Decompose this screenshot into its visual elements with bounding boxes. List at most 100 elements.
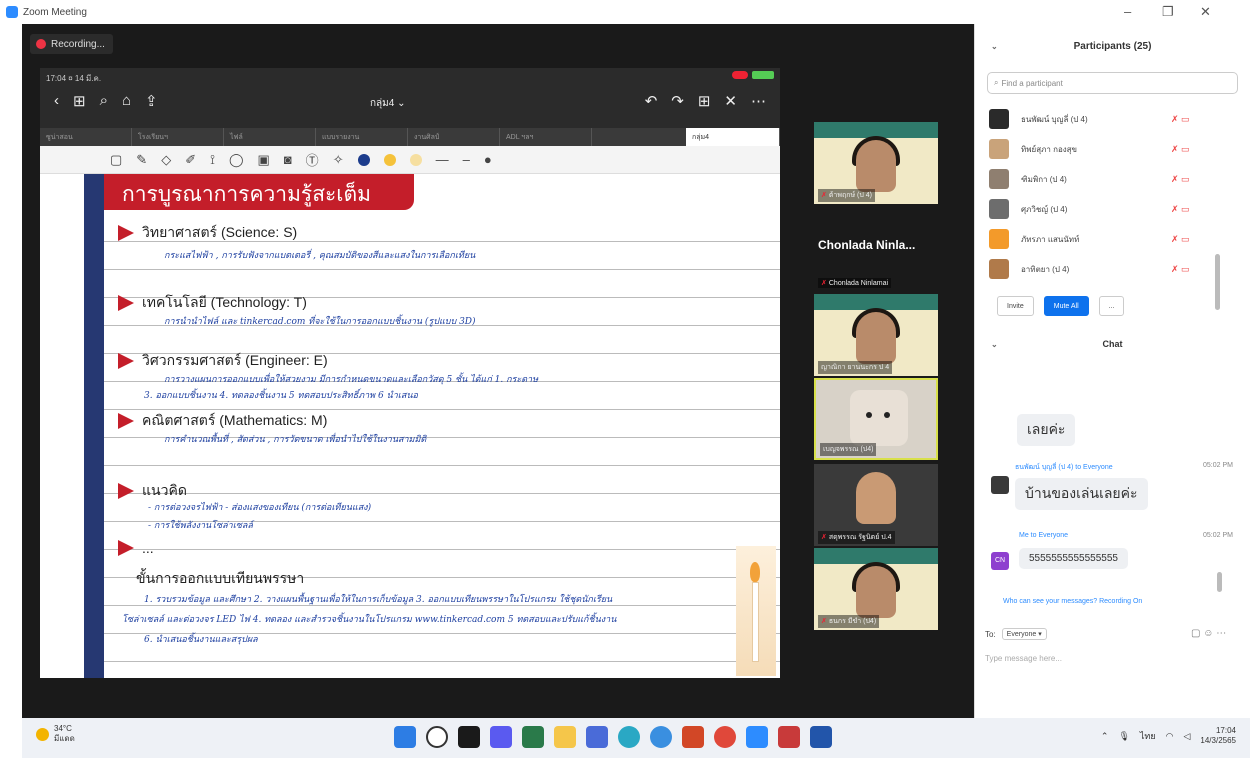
participant-row[interactable]: ธนพัฒน์ บุญลี่ (ป 4) ✗ ▭ <box>975 104 1250 134</box>
camera-icon[interactable]: ◙ <box>284 152 292 167</box>
edge-icon[interactable] <box>618 726 640 748</box>
file-explorer-icon[interactable] <box>554 726 576 748</box>
store-icon[interactable] <box>586 726 608 748</box>
color-light-swatch[interactable] <box>409 153 422 166</box>
ipad-tab[interactable]: งานศิลป์ <box>408 128 500 146</box>
more-button[interactable]: ... <box>1098 296 1125 316</box>
participant-search[interactable]: ⌕ Find a participant <box>987 72 1238 94</box>
doc-icon[interactable]: ▢ <box>110 152 122 168</box>
color-blue-swatch[interactable] <box>357 153 370 166</box>
chat-privacy-notice[interactable]: Who can see your messages? Recording On <box>1003 598 1142 605</box>
laser-icon[interactable]: ✧ <box>333 152 344 168</box>
participant-row[interactable]: อาทิตยา (ป 4) ✗ ▭ <box>975 254 1250 284</box>
participant-row[interactable]: ศุภวิชญ์ (ป 4) ✗ ▭ <box>975 194 1250 224</box>
ipad-tab[interactable]: ไฟล์ <box>224 128 316 146</box>
bookmark-icon[interactable]: ⌂ <box>122 92 131 110</box>
highlighter-icon[interactable]: ✐ <box>185 152 196 168</box>
chat-app-icon[interactable] <box>490 726 512 748</box>
participant-row[interactable]: ทิพย์สุภา กองสุข ✗ ▭ <box>975 134 1250 164</box>
video-tile[interactable]: ญาณิกา ยานนะกร ป 4 <box>814 294 938 376</box>
redo-icon[interactable]: ↷ <box>671 92 684 110</box>
muted-mic-icon[interactable]: ✗ ▭ <box>1171 264 1190 275</box>
file-icon[interactable]: ▢ <box>1191 628 1200 639</box>
grid-icon[interactable]: ⊞ <box>73 92 86 110</box>
muted-mic-icon[interactable]: ✗ ▭ <box>1171 204 1190 215</box>
close-doc-icon[interactable]: ✕ <box>724 92 737 110</box>
lasso-icon[interactable]: ⟟ <box>210 152 215 168</box>
participant-row[interactable]: ฑิมพิกา (ป 4) ✗ ▭ <box>975 164 1250 194</box>
chevron-down-icon[interactable]: ⌄ <box>991 340 998 349</box>
muted-mic-icon[interactable]: ✗ ▭ <box>1171 144 1190 155</box>
back-icon[interactable]: ‹ <box>54 92 59 110</box>
start-icon[interactable] <box>394 726 416 748</box>
widgets-icon[interactable] <box>522 726 544 748</box>
minimize-button[interactable]: – <box>1124 4 1131 19</box>
color-yellow-swatch[interactable] <box>383 153 396 166</box>
add-page-icon[interactable]: ⊞ <box>698 92 711 110</box>
participant-scrollbar[interactable] <box>1215 254 1220 310</box>
zoom-app-icon[interactable] <box>746 726 768 748</box>
thick-stroke-icon[interactable]: ● <box>484 152 492 167</box>
search-icon[interactable] <box>426 726 448 748</box>
to-label: To: <box>985 629 996 639</box>
shape-icon[interactable]: ◯ <box>229 152 244 168</box>
video-tile[interactable]: ✗ ธนกร มีขำ (ป4) <box>814 548 938 630</box>
window-titlebar: Zoom Meeting – ❐ ✕ <box>0 0 1250 24</box>
ipad-tab[interactable]: ซูน่าสอน <box>40 128 132 146</box>
pen-icon[interactable]: ✎ <box>136 152 147 168</box>
undo-icon[interactable]: ↶ <box>645 92 658 110</box>
photos-icon[interactable] <box>810 726 832 748</box>
participant-face <box>856 566 896 618</box>
wifi-icon[interactable]: ◠ <box>1166 731 1174 742</box>
close-button[interactable]: ✕ <box>1200 4 1211 20</box>
mic-icon[interactable]: 🎙 <box>1118 731 1129 742</box>
video-tile[interactable]: Chonlada Ninla... ✗ Chonlada Ninlamai <box>814 208 938 290</box>
chevron-down-icon[interactable]: ⌄ <box>991 42 998 51</box>
muted-mic-icon: ✗ <box>821 534 827 541</box>
recipient-select[interactable]: Everyone ▾ <box>1001 628 1047 640</box>
share-icon[interactable]: ⇪ <box>145 92 158 110</box>
ipad-tab[interactable]: ADL ฯลฯ <box>500 128 592 146</box>
chrome-icon[interactable] <box>714 726 736 748</box>
video-tile-active-speaker[interactable]: เบญจพรรณ (ป4) <box>814 378 938 460</box>
chevron-up-icon[interactable]: ⌃ <box>1101 731 1109 742</box>
tile-name-text: เบญจพรรณ (ป4) <box>823 446 874 453</box>
clock[interactable]: 17:04 14/3/2565 <box>1200 726 1236 746</box>
video-tile[interactable]: ✗ สดุพรรณ รัฐนิตย์ ป.4 <box>814 464 938 546</box>
volume-icon[interactable]: ◁ <box>1183 731 1190 742</box>
more-icon[interactable]: ⋯ <box>751 92 766 110</box>
office-icon[interactable] <box>682 726 704 748</box>
ipad-tab[interactable]: แบบรายงาน <box>316 128 408 146</box>
eraser-icon[interactable]: ◇ <box>161 152 171 168</box>
maximize-button[interactable]: ❐ <box>1162 4 1174 20</box>
weather-widget[interactable]: 34°C มีแดด <box>36 724 75 744</box>
ipad-tab[interactable]: โรงเรียนฯ <box>132 128 224 146</box>
search-icon[interactable]: ⌕ <box>100 92 108 110</box>
recording-indicator[interactable]: Recording... <box>30 34 113 54</box>
mute-all-button[interactable]: Mute All <box>1043 296 1089 316</box>
edge-dev-icon[interactable] <box>650 726 672 748</box>
handwritten-note: กระแสไฟฟ้า , การรับฟังจากแบตเตอรี่ , คุณ… <box>164 251 476 261</box>
chat-scrollbar[interactable] <box>1217 572 1222 592</box>
video-tile[interactable]: ✗ ต้าพฤกษ์ (ป 4) <box>814 122 938 204</box>
medium-stroke-icon[interactable]: – <box>463 152 470 167</box>
invite-button[interactable]: Invite <box>997 296 1034 316</box>
text-icon[interactable]: Ⓣ <box>306 150 319 169</box>
ipad-doc-title[interactable]: กลุ่ม4 ⌄ <box>370 96 406 111</box>
chat-tools: ▢ ☺ ⋯ <box>1191 628 1226 639</box>
ipad-tab-active[interactable]: กลุ่ม4 <box>686 128 780 146</box>
participant-row[interactable]: ภัทรภา แสนนัทท์ ✗ ▭ <box>975 224 1250 254</box>
language-indicator[interactable]: ไทย <box>1140 729 1156 743</box>
chat-input[interactable]: Type message here... <box>985 654 1062 663</box>
emoji-icon[interactable]: ☺ <box>1203 628 1213 639</box>
task-view-icon[interactable] <box>458 726 480 748</box>
muted-mic-icon[interactable]: ✗ ▭ <box>1171 234 1190 245</box>
chat-sender: Me to Everyone <box>1019 532 1069 539</box>
thin-stroke-icon[interactable]: — <box>436 152 449 167</box>
app-icon[interactable] <box>778 726 800 748</box>
muted-mic-icon[interactable]: ✗ ▭ <box>1171 114 1190 125</box>
ipad-battery <box>732 71 774 79</box>
image-icon[interactable]: ▣ <box>258 152 270 168</box>
muted-mic-icon[interactable]: ✗ ▭ <box>1171 174 1190 185</box>
more-icon[interactable]: ⋯ <box>1216 628 1226 639</box>
